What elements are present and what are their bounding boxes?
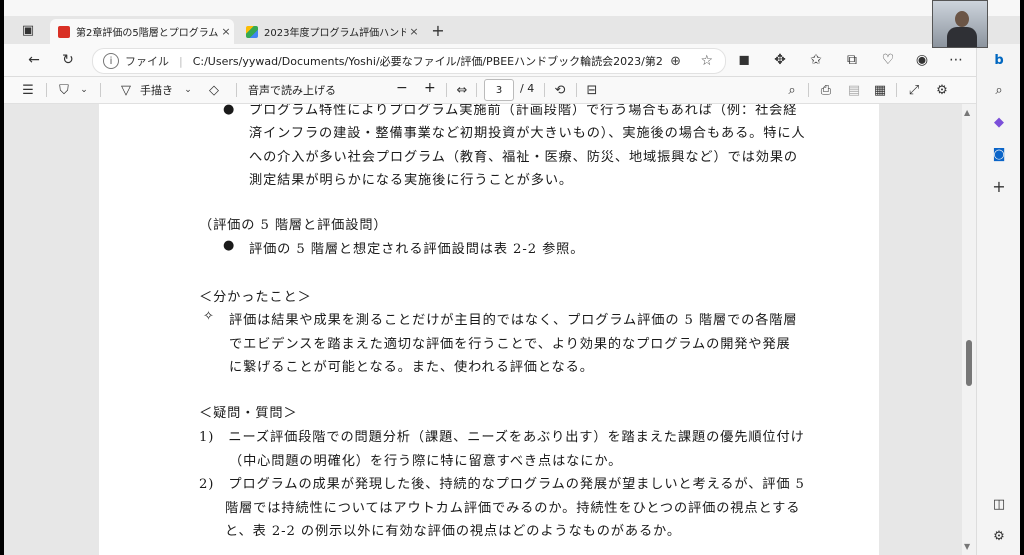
scroll-up-icon[interactable]: ▲ [964,108,970,117]
favorite-star-icon[interactable]: ☆ [700,53,713,69]
highlight-icon[interactable]: ⛉ [54,80,74,100]
doc-line: 階層では持続性についてはアウトカム評価でみるのか。持続性をひとつの評価の視点とす… [225,501,801,516]
site-label: ファイル [125,55,169,68]
search-icon[interactable]: ⌕ [987,78,1011,102]
tab-handbook[interactable]: 2023年度プログラム評価ハンドブック × [238,19,422,44]
doc-line: 2) プログラムの成果が発現した後、持続的なプログラムの発展が望ましいと考えるが… [199,477,805,492]
toolbar-divider [100,83,101,97]
webcam-person [955,11,969,27]
pdf-settings-gear-icon[interactable]: ⚙ [932,80,952,100]
toolbar-divider [896,83,897,97]
add-sidebar-app-icon[interactable]: + [987,174,1011,198]
toolbar-divider [446,83,447,97]
doc-line: 評価の 5 階層と想定される評価設問は表 2-2 参照。 [249,242,585,257]
extension-icon[interactable]: ◼ [732,48,756,72]
edge-sidebar: b ⌕ ◆ ◙ + ◫ ⚙ [976,44,1020,555]
doc-line: に繋げることが可能となる。また、使われる評価となる。 [229,360,594,375]
eraser-icon[interactable]: ◇ [204,80,224,100]
url-text: C:/Users/yywad/Documents/Yoshi/必要なファイル/評… [192,55,663,68]
document-viewer[interactable]: ● プログラム特性によりプログラム実施前（計画段階）で行う場合もあれば（例：社会… [4,104,962,555]
toolbar-divider [808,83,809,97]
sidebar-toggle-icon[interactable]: ◫ [987,492,1011,516]
tab-actions-icon[interactable]: ▣ [18,20,38,40]
scroll-down-icon[interactable]: ▼ [964,542,970,551]
toolbar-divider [476,83,477,97]
browser-essentials-icon[interactable]: ♡ [876,48,900,72]
doc-line: でエビデンスを踏まえた適切な評価を行うことで、より効果的なプログラムの開発や発展 [229,337,791,352]
doc-line: プログラム特性によりプログラム実施前（計画段階）で行う場合もあれば（例：社会経 [249,104,798,118]
drive-favicon-icon [246,25,258,38]
webcam-overlay [932,0,988,48]
zoom-icon[interactable]: ⊕ [670,54,681,69]
tab-close-icon[interactable]: × [218,25,234,38]
tab-close-icon[interactable]: × [406,25,422,38]
tab-title: 第2章評価の5階層とプログラムセオリ [76,28,218,39]
toolbar-divider [544,83,545,97]
pdf-page: ● プログラム特性によりプログラム実施前（計画段階）で行う場合もあれば（例：社会… [99,104,879,555]
rotate-icon[interactable]: ⟲ [550,80,570,100]
shopping-icon[interactable]: ◆ [987,110,1011,134]
info-icon[interactable]: i [103,53,119,69]
doc-line: への介入が多い社会プログラム（教育、福祉・医療、防災、地域振興など）では効果の [249,150,799,165]
print-icon[interactable]: ⎙ [816,80,836,100]
favorites-icon[interactable]: ✩ [804,48,828,72]
address-bar-row: ← ↻ i ファイル | C:/Users/yywad/Documents/Yo… [4,44,1020,77]
doc-line: （中心問題の明確化）を行う際に特に留意すべき点はなにか。 [229,454,623,469]
page-number-input[interactable]: 3 [484,79,514,101]
section-heading: （評価の 5 階層と評価設問） [199,218,388,233]
new-tab-button[interactable]: + [428,20,448,40]
bullet-icon: ● [223,104,235,117]
profile-avatar[interactable]: ◉ [910,48,934,72]
puzzle-extension-icon[interactable]: ✥ [768,48,792,72]
reload-icon[interactable]: ↻ [56,48,80,72]
bullet-icon: ● [223,238,235,253]
diamond-bullet-icon: ✧ [203,309,214,324]
doc-line: 測定結果が明らかになる実施後に行うことが多い。 [249,173,574,188]
zoom-in-button[interactable]: + [424,80,436,96]
toolbar-divider [576,83,577,97]
more-menu-icon[interactable]: ⋯ [944,48,968,72]
doc-line: 評価は結果や成果を測ることだけが主目的ではなく、プログラム評価の 5 階層での各… [229,313,798,328]
pdf-toolbar: ☰ ⛉ ⌄ ▽ 手描き ⌄ ◇ 音声で読み上げる − + ⇔ 3 / 4 ⟲ ⊟… [4,77,1020,104]
read-aloud-button[interactable]: 音声で読み上げる [248,82,336,98]
contents-list-icon[interactable]: ☰ [18,80,38,100]
webcam-person-body [947,27,977,47]
toolbar-divider [236,83,237,97]
document-scrollbar[interactable]: ▲ ▼ [962,104,976,555]
section-heading: ＜分かったこと＞ [199,290,312,305]
expand-icon[interactable]: ⤢ [904,80,924,100]
copilot-icon[interactable]: b [987,48,1011,72]
tab-pdf-chapter2[interactable]: 第2章評価の5階層とプログラムセオリ × [50,19,234,44]
tab-strip: ▣ 第2章評価の5階層とプログラムセオリ × 2023年度プログラム評価ハンドブ… [4,16,1020,44]
collections-icon[interactable]: ⧉ [840,48,864,72]
outlook-icon[interactable]: ◙ [987,142,1011,166]
save-icon[interactable]: ▤ [844,80,864,100]
doc-line: 1) ニーズ評価段階での問題分析（課題、ニーズをあぶり出す）を踏まえた課題の優先… [199,430,805,445]
search-icon[interactable]: ⌕ [782,80,802,100]
tab-title: 2023年度プログラム評価ハンドブック [264,28,406,39]
draw-label[interactable]: 手描き [140,82,173,98]
doc-line: と、表 2-2 の例示以外に有効な評価の視点はどのようなものがあるか。 [225,524,681,539]
sidebar-settings-gear-icon[interactable]: ⚙ [987,524,1011,548]
section-heading: ＜疑問・質問＞ [199,406,298,421]
toolbar-divider [46,83,47,97]
browser-window: ▣ 第2章評価の5階層とプログラムセオリ × 2023年度プログラム評価ハンドブ… [4,0,1020,555]
pdf-favicon-icon [58,25,70,38]
draw-icon[interactable]: ▽ [116,80,136,100]
fit-page-icon[interactable]: ⇔ [452,80,472,100]
chevron-down-icon[interactable]: ⌄ [180,80,196,100]
page-view-icon[interactable]: ⊟ [582,80,602,100]
url-input[interactable]: i ファイル | C:/Users/yywad/Documents/Yoshi/… [92,48,726,74]
total-pages: / 4 [520,82,535,95]
chevron-down-icon[interactable]: ⌄ [76,80,92,100]
scrollbar-thumb[interactable] [966,340,972,386]
url-separator: | [179,54,183,68]
zoom-out-button[interactable]: − [396,80,408,96]
back-arrow-icon[interactable]: ← [22,48,46,72]
doc-line: 済インフラの建設・整備事業など初期投資が大きいもの）、実施後の場合もある。特に人 [249,126,806,141]
save-as-icon[interactable]: ▦ [870,80,890,100]
